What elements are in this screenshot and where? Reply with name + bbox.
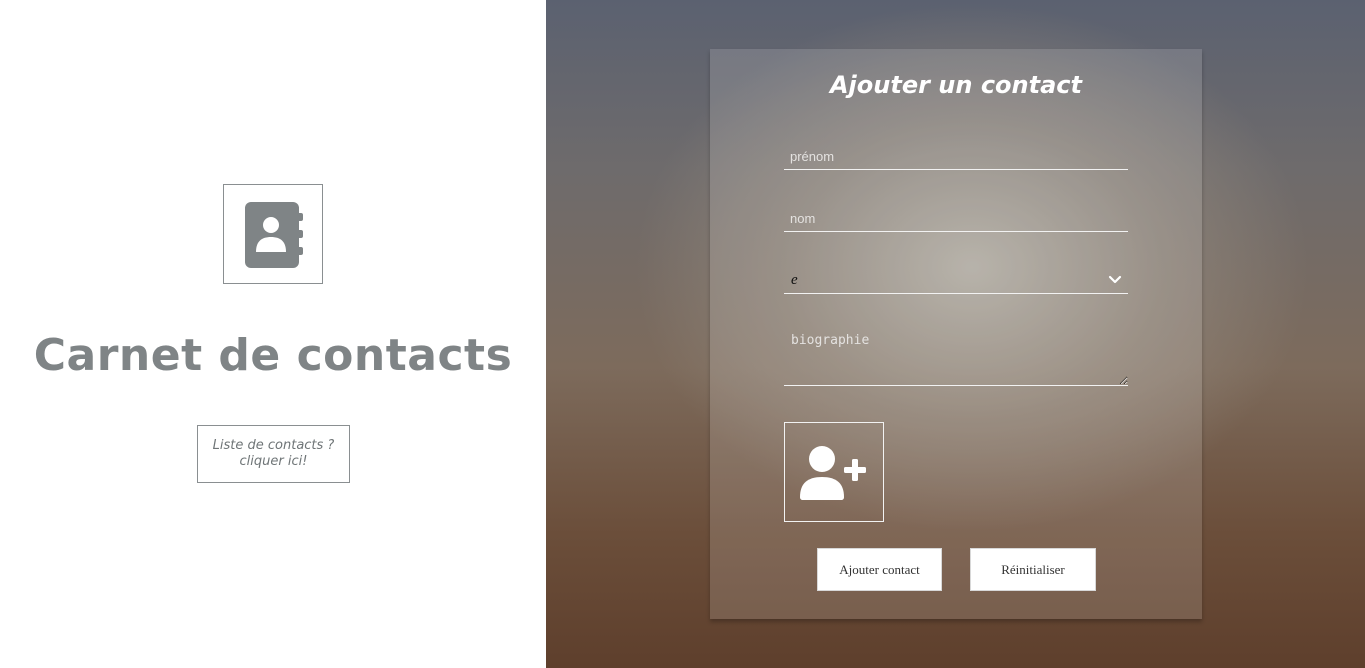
contact-list-link[interactable]: Liste de contacts ? cliquer ici! (197, 425, 350, 483)
photo-upload[interactable] (784, 422, 884, 522)
user-plus-icon (800, 446, 866, 500)
biographie-textarea[interactable] (784, 331, 1128, 386)
logo-box (223, 184, 323, 284)
category-select[interactable]: e (784, 267, 1128, 294)
prenom-input[interactable] (784, 144, 1128, 170)
select-value: e (791, 272, 798, 288)
list-link-line2: cliquer ici! (239, 454, 308, 469)
add-contact-form: Ajouter un contact e Ajouter contact Réi… (710, 49, 1202, 619)
form-title: Ajouter un contact (829, 71, 1082, 99)
right-panel: Ajouter un contact e Ajouter contact Réi… (546, 0, 1365, 668)
reset-button[interactable]: Réinitialiser (970, 548, 1096, 591)
address-book-icon (245, 202, 303, 268)
list-link-line1: Liste de contacts ? (212, 438, 335, 453)
nom-input[interactable] (784, 206, 1128, 232)
app-title: Carnet de contacts (33, 330, 513, 381)
chevron-down-icon (1108, 275, 1122, 284)
add-contact-button[interactable]: Ajouter contact (817, 548, 942, 591)
left-panel: Carnet de contacts Liste de contacts ? c… (0, 0, 546, 668)
